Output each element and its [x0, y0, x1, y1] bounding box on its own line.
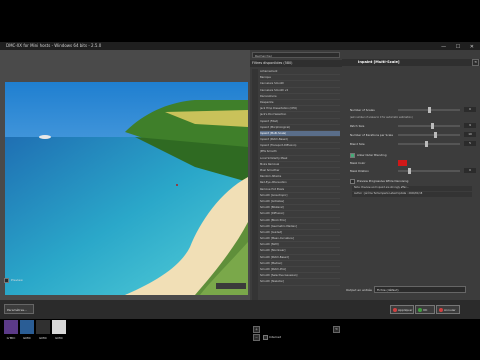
filter-title: Inpaint [Multi-Scale]	[342, 59, 480, 66]
output-mode-select[interactable]: Fichie (défaut)	[374, 286, 466, 293]
reset-params-icon[interactable]: ⟲	[472, 59, 479, 66]
cancel-button[interactable]: Annuler	[436, 305, 460, 314]
apply-label: Appliquer	[398, 308, 413, 312]
logo-caption: GMIC	[23, 336, 31, 340]
mask-color-swatch[interactable]	[398, 160, 407, 166]
title-bar: DMC-XX for Mini hosts - Windows 64 bits …	[0, 42, 480, 50]
cancel-icon	[439, 308, 443, 312]
param-slider-knob[interactable]	[431, 123, 434, 129]
output-mode-label: Output en entrée	[346, 288, 372, 292]
remove-fave-icon[interactable]: －	[253, 334, 260, 341]
logo-caption: GMIC	[55, 336, 63, 340]
apply-icon	[393, 308, 397, 312]
app-window: DMC-XX for Mini hosts - Windows 64 bits …	[0, 42, 480, 341]
filters-header: Filtres disponibles (580)	[250, 60, 342, 67]
apply-button[interactable]: Appliquer	[390, 305, 414, 314]
internet-checkbox[interactable]	[263, 335, 268, 340]
filters-scrollbar[interactable]	[252, 69, 258, 314]
param-slider-knob[interactable]	[428, 107, 431, 113]
mask-dilation-knob[interactable]	[408, 168, 411, 174]
add-fave-icon[interactable]: ＋	[253, 326, 260, 333]
filters-list: Acharnement Baroque Cannelure Smooth Cannel…	[260, 69, 340, 286]
preview-checkbox[interactable]	[4, 278, 9, 283]
preview-panel: Preview	[0, 50, 250, 319]
zoom-indicator[interactable]	[216, 283, 246, 289]
author-line: Author : Jérôme Tschumperlé Latest Updat…	[352, 192, 472, 197]
preview-progressive-label: Preview Progressive While Denoising	[357, 179, 409, 183]
mask-dilation-value[interactable]: 0	[464, 168, 476, 173]
logo-icon	[4, 320, 18, 334]
internet-label: Internet	[269, 335, 281, 339]
settings-button[interactable]: Paramètres...	[4, 304, 34, 314]
parameters-panel: Inpaint [Multi-Scale] ⟲ Number of Scales…	[342, 50, 480, 319]
logo-icon	[20, 320, 34, 334]
preview-checkbox-label: Preview	[11, 278, 23, 282]
param-label: (set number of scales to 0 for automatic…	[350, 116, 413, 119]
allow-outer-blending-label: Allow Outer Blending	[357, 153, 387, 157]
filter-item[interactable]: Smooth [Skeleton]	[260, 279, 340, 286]
param-value[interactable]: 10	[464, 132, 476, 137]
preview-progressive-checkbox[interactable]	[350, 179, 355, 184]
param-slider[interactable]	[398, 141, 460, 147]
allow-outer-blending-checkbox[interactable]	[350, 153, 355, 158]
ok-icon	[418, 308, 422, 312]
mask-color-label: Mask Color	[350, 161, 366, 165]
cancel-label: Annuler	[444, 308, 456, 312]
param-value[interactable]: 0	[464, 107, 476, 112]
param-value[interactable]: 5	[464, 141, 476, 146]
param-label: Number of Scales	[350, 108, 375, 112]
filters-panel: Rechercher Filtres disponibles (580) Ach…	[250, 50, 342, 341]
filter-search-input[interactable]: Rechercher	[252, 52, 340, 58]
note-line: Note: Preview and Inpaint are strongly a…	[352, 186, 472, 191]
logo-caption: G'MIC	[6, 336, 16, 340]
ok-button[interactable]: OK	[415, 305, 435, 314]
preview-image[interactable]	[5, 82, 248, 295]
refresh-icon[interactable]: ↻	[333, 326, 340, 333]
param-label: Number of Iterations per Scale	[350, 133, 393, 137]
param-slider-knob[interactable]	[434, 132, 437, 138]
logo-caption: GMIC	[39, 336, 47, 340]
mask-dilation-slider[interactable]	[398, 168, 460, 174]
param-slider[interactable]	[398, 107, 460, 113]
param-label: Patch Size	[350, 124, 365, 128]
param-slider-knob[interactable]	[425, 141, 428, 147]
logo-icon	[52, 320, 66, 334]
window-title: DMC-XX for Mini hosts - Windows 64 bits …	[6, 43, 102, 48]
mask-dilation-label: Mask Dilation	[350, 169, 369, 173]
param-slider[interactable]	[398, 132, 460, 138]
logo-icon	[36, 320, 50, 334]
param-value[interactable]: 9	[464, 123, 476, 128]
param-slider[interactable]	[398, 123, 460, 129]
param-label: Blend Size	[350, 142, 365, 146]
ok-label: OK	[423, 308, 428, 312]
